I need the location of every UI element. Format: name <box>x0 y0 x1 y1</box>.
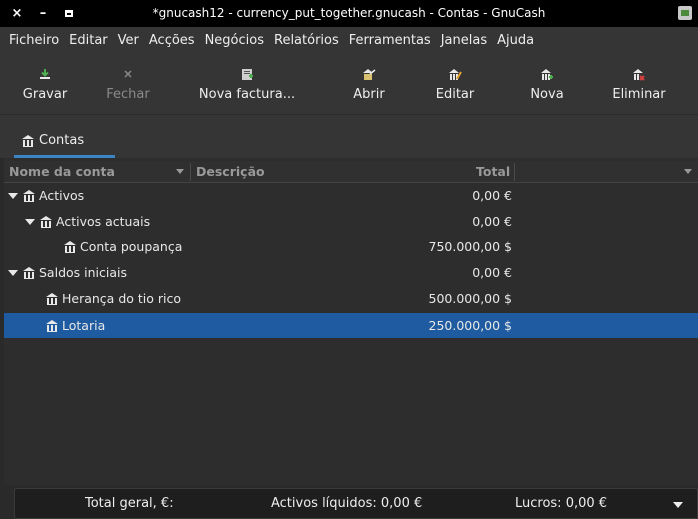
menu-tools[interactable]: Ferramentas <box>344 33 436 48</box>
open-account-button[interactable]: Abrir <box>345 54 393 114</box>
new-invoice-icon <box>240 67 254 81</box>
edit-account-button[interactable]: Editar <box>429 54 481 114</box>
account-name: Conta poupança <box>80 239 183 254</box>
table-row[interactable]: Saldos iniciais 0,00 € <box>4 260 698 285</box>
summary-dropdown-arrow-icon[interactable] <box>673 502 683 508</box>
menu-windows[interactable]: Janelas <box>436 33 492 48</box>
column-header-description[interactable]: Descrição <box>196 164 265 179</box>
toolbar: Gravar Fechar Nova factura... Abrir Edit… <box>0 54 698 114</box>
account-name: Herança do tio rico <box>62 291 182 306</box>
profits-value: Lucros: 0,00 € <box>515 496 608 511</box>
delete-account-button[interactable]: Eliminar <box>606 54 672 114</box>
summary-bar[interactable]: Total geral, €: Activos líquidos: 0,00 €… <box>14 488 698 519</box>
table-row[interactable]: Activos actuais 0,00 € <box>4 209 698 234</box>
tab-accounts[interactable]: Contas <box>14 123 92 157</box>
menu-file[interactable]: Ficheiro <box>4 33 64 48</box>
save-icon <box>38 67 52 81</box>
menu-edit[interactable]: Editar <box>64 33 113 48</box>
menu-business[interactable]: Negócios <box>200 33 269 48</box>
close-icon: × <box>11 6 23 21</box>
account-icon <box>23 190 35 202</box>
maximize-window-button[interactable] <box>60 5 78 23</box>
account-total: 0,00 € <box>472 265 512 280</box>
column-sort-arrow-icon[interactable] <box>176 169 184 174</box>
account-icon <box>23 267 35 279</box>
expander-expanded-icon[interactable] <box>8 193 18 199</box>
open-account-icon <box>362 67 376 81</box>
edit-account-icon <box>448 67 462 81</box>
table-header: Nome da conta Descrição Total <box>4 161 698 183</box>
column-header-total[interactable]: Total <box>476 164 510 179</box>
table-row[interactable]: Herança do tio rico 500.000,00 $ <box>4 286 698 311</box>
account-icon <box>46 293 58 305</box>
new-account-icon <box>540 67 554 81</box>
account-total: 0,00 € <box>472 214 512 229</box>
table-row-selected[interactable]: Lotaria 250.000,00 $ <box>4 313 698 338</box>
minimize-icon: – <box>39 6 47 21</box>
column-separator <box>190 163 191 181</box>
expander-expanded-icon[interactable] <box>25 219 35 225</box>
table-row[interactable]: Activos 0,00 € <box>4 183 698 208</box>
close-window-button[interactable]: × <box>8 5 26 23</box>
account-name: Activos <box>39 188 85 203</box>
account-name: Lotaria <box>62 318 106 333</box>
account-name: Saldos iniciais <box>39 265 127 280</box>
account-total: 500.000,00 $ <box>428 291 513 306</box>
table-row[interactable]: Conta poupança 750.000,00 $ <box>4 234 698 259</box>
minimize-window-button[interactable]: – <box>34 5 52 23</box>
account-total: 0,00 € <box>472 188 512 203</box>
account-icon <box>40 216 52 228</box>
close-tab-icon <box>121 67 135 81</box>
account-tree[interactable]: Nome da conta Descrição Total Activos 0,… <box>4 158 698 485</box>
account-icon <box>46 320 58 332</box>
delete-account-icon <box>632 67 646 81</box>
menu-help[interactable]: Ajuda <box>492 33 539 48</box>
save-button[interactable]: Gravar <box>18 54 72 114</box>
window-title: *gnucash12 - currency_put_together.gnuca… <box>152 6 546 20</box>
tab-bar: Contas <box>0 114 698 158</box>
account-icon <box>64 241 76 253</box>
close-button[interactable]: Fechar <box>98 54 158 114</box>
gnucash-app-icon <box>678 6 692 20</box>
menu-bar: Ficheiro Editar Ver Acções Negócios Rela… <box>0 27 698 54</box>
account-icon <box>22 134 34 147</box>
grand-total-label: Total geral, €: <box>85 496 174 511</box>
new-account-button[interactable]: Nova <box>525 54 569 114</box>
tab-accounts-label: Contas <box>39 132 85 148</box>
column-header-name[interactable]: Nome da conta <box>9 164 115 179</box>
menu-reports[interactable]: Relatórios <box>269 33 344 48</box>
column-separator <box>514 163 515 181</box>
menu-actions[interactable]: Acções <box>144 33 200 48</box>
account-total: 250.000,00 $ <box>428 318 513 333</box>
menu-view[interactable]: Ver <box>113 33 144 48</box>
title-bar: × – *gnucash12 - currency_put_together.g… <box>0 0 698 27</box>
net-assets-value: Activos líquidos: 0,00 € <box>271 496 423 511</box>
maximize-icon <box>65 10 73 17</box>
column-chooser-arrow-icon[interactable] <box>684 169 692 174</box>
account-total: 750.000,00 $ <box>428 239 513 254</box>
account-name: Activos actuais <box>56 214 151 229</box>
expander-expanded-icon[interactable] <box>8 270 18 276</box>
new-invoice-button[interactable]: Nova factura... <box>192 54 302 114</box>
